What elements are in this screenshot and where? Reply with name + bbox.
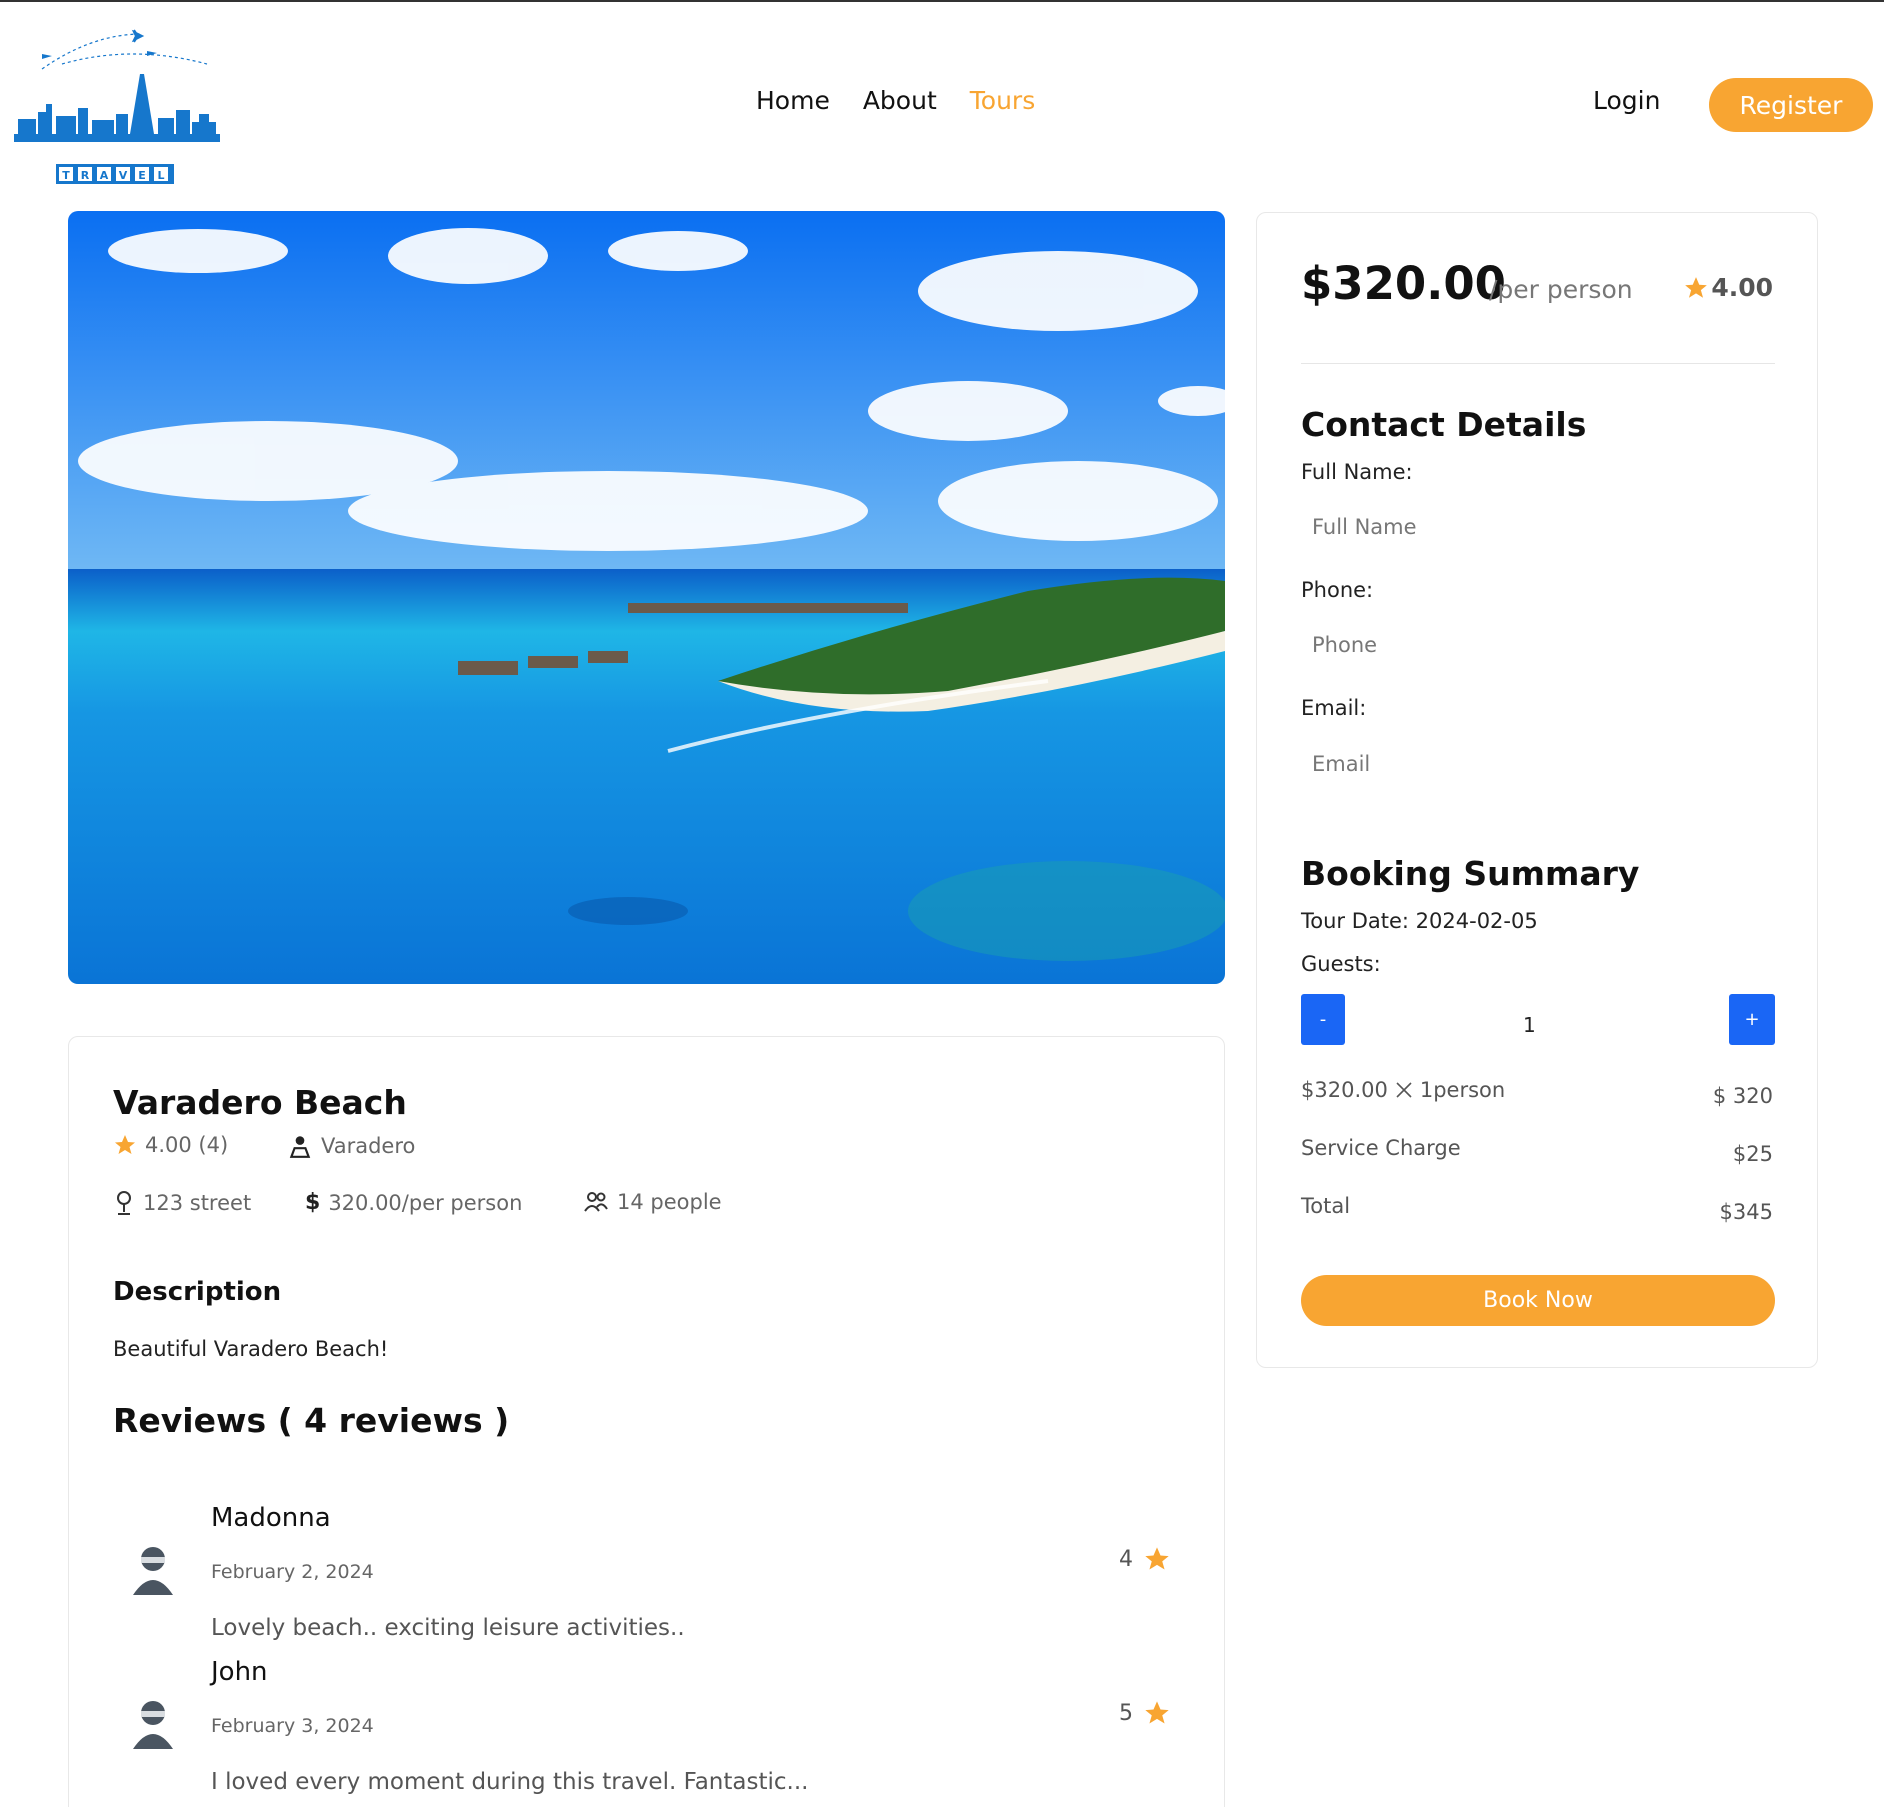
review-text: Lovely beach.. exciting leisure activiti… [211, 1615, 685, 1641]
service-charge-label: Service Charge [1301, 1136, 1461, 1160]
review-text: I loved every moment during this travel.… [211, 1769, 809, 1795]
tour-address: 123 street [113, 1190, 251, 1216]
tour-city-text: Varadero [321, 1134, 416, 1158]
book-now-button[interactable]: Book Now [1301, 1275, 1775, 1326]
price-line-total: $ 320 [1712, 1084, 1773, 1108]
tour-title: Varadero Beach [113, 1083, 407, 1122]
description-heading: Description [113, 1277, 282, 1307]
description-text: Beautiful Varadero Beach! [113, 1337, 389, 1361]
svg-text:A: A [100, 169, 109, 182]
booking-per-person: /per person [1489, 275, 1633, 304]
star-icon [1145, 1701, 1169, 1724]
decrease-guests-button[interactable]: - [1301, 994, 1345, 1045]
review-rating: 4 [1119, 1545, 1171, 1573]
tour-price: $ 320.00/per person [305, 1190, 522, 1215]
review-rating-value: 4 [1119, 1546, 1133, 1572]
tour-hero-image [68, 211, 1225, 984]
booking-price: $320.00 [1301, 257, 1506, 310]
svg-text:E: E [138, 169, 146, 182]
location-pin-icon [117, 1191, 131, 1215]
svg-text:R: R [81, 169, 90, 182]
full-name-input[interactable] [1301, 504, 1775, 550]
svg-text:V: V [119, 169, 128, 182]
travel-logo[interactable]: T R A V E L [12, 24, 222, 189]
service-charge-amount: $25 [1732, 1142, 1773, 1166]
user-avatar-icon [133, 1547, 173, 1595]
tour-rating-text: 4.00 (4) [145, 1133, 229, 1157]
review-date: February 2, 2024 [211, 1561, 374, 1583]
tour-info-card: Varadero Beach 4.00 (4) Varadero 123 str… [68, 1036, 1225, 1807]
divider [1301, 363, 1775, 364]
tour-group-size-text: 14 people [617, 1190, 722, 1214]
nav-about[interactable]: About [863, 86, 937, 115]
review-rating-value: 5 [1119, 1700, 1133, 1726]
full-name-label: Full Name: [1301, 460, 1413, 484]
email-label: Email: [1301, 696, 1367, 720]
svg-text:L: L [157, 169, 164, 182]
total-amount: $345 [1719, 1200, 1773, 1224]
booking-rating: 4.00 [1683, 273, 1773, 302]
tour-city: Varadero [287, 1133, 415, 1159]
booking-rating-value: 4.00 [1711, 273, 1773, 302]
booking-summary-heading: Booking Summary [1301, 854, 1640, 893]
review-item: John February 3, 2024 I loved every mome… [113, 1657, 1183, 1807]
price-line-amount: $320.00 [1301, 1078, 1388, 1102]
price-line-unit: 1person [1419, 1078, 1506, 1102]
dollar-icon: $ [305, 1190, 321, 1215]
guests-label: Guests: [1301, 952, 1381, 976]
tour-address-text: 123 street [143, 1191, 252, 1215]
reviews-heading: Reviews ( 4 reviews ) [113, 1401, 510, 1440]
email-input[interactable] [1301, 741, 1775, 787]
map-pin-user-icon [289, 1136, 311, 1158]
guests-count[interactable]: 1 [1523, 1013, 1536, 1037]
tour-date: Tour Date: 2024-02-05 [1301, 909, 1538, 933]
main-nav: Home About Tours [756, 86, 1035, 115]
tour-price-text: 320.00/per person [328, 1190, 523, 1215]
increase-guests-button[interactable]: + [1729, 994, 1775, 1045]
star-icon [1145, 1547, 1169, 1570]
review-rating: 5 [1119, 1699, 1171, 1727]
review-author: Madonna [211, 1503, 331, 1533]
phone-input[interactable] [1301, 622, 1775, 668]
register-button[interactable]: Register [1709, 78, 1873, 132]
group-icon [584, 1192, 608, 1212]
review-date: February 3, 2024 [211, 1715, 374, 1737]
booking-card: $320.00 /per person 4.00 Contact Details… [1256, 212, 1818, 1368]
star-icon [115, 1135, 135, 1154]
nav-home[interactable]: Home [756, 86, 830, 115]
multiply-icon [1396, 1082, 1412, 1098]
user-avatar-icon [133, 1701, 173, 1749]
nav-tours[interactable]: Tours [970, 86, 1035, 115]
review-author: John [211, 1657, 268, 1687]
tour-rating: 4.00 (4) [113, 1133, 228, 1157]
login-link[interactable]: Login [1593, 86, 1660, 115]
svg-text:T: T [62, 169, 70, 182]
price-line: $320.00 1person [1301, 1078, 1505, 1102]
phone-label: Phone: [1301, 578, 1374, 602]
total-label: Total [1301, 1194, 1351, 1218]
contact-heading: Contact Details [1301, 405, 1587, 444]
star-icon [1685, 276, 1708, 298]
tour-group-size: 14 people [583, 1190, 722, 1214]
review-item: Madonna February 2, 2024 Lovely beach.. … [113, 1503, 1183, 1653]
